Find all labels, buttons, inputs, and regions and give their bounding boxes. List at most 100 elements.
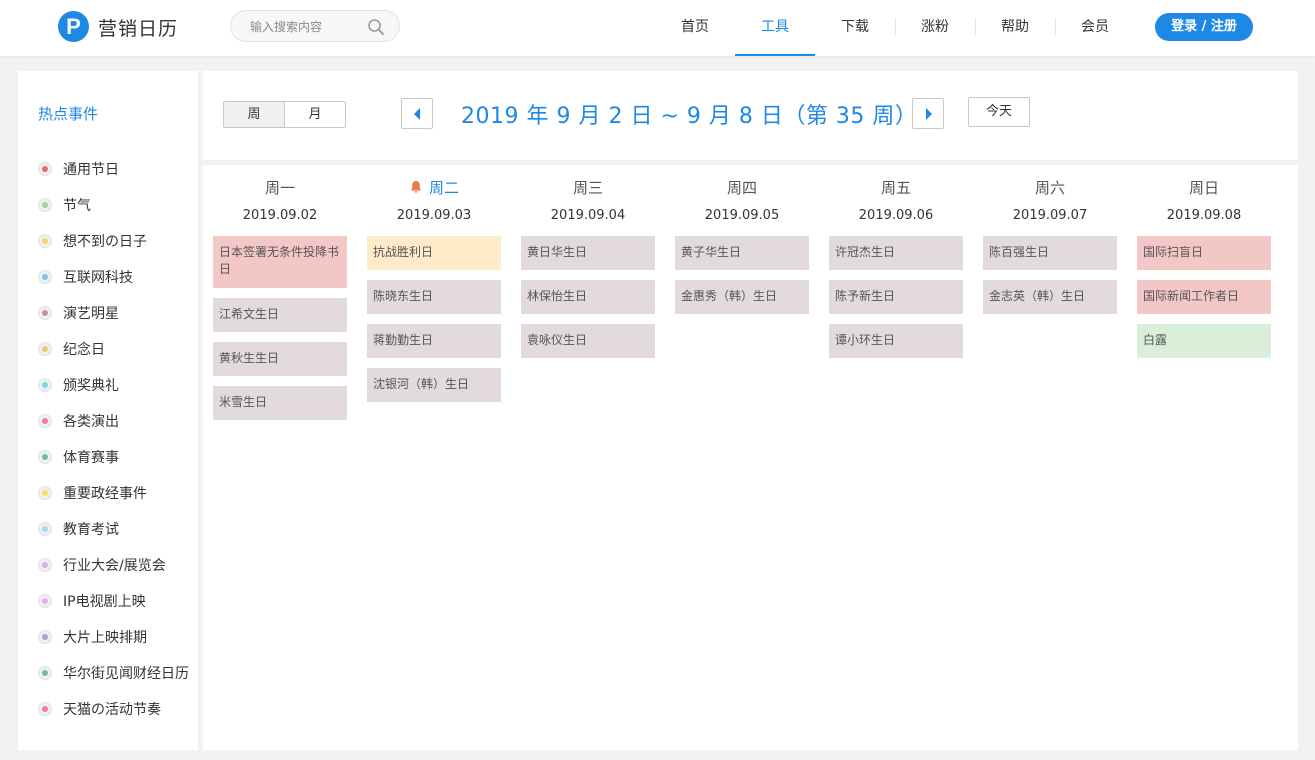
category-dot-icon: [38, 702, 52, 716]
category-dot-icon: [38, 306, 52, 320]
day-name: 周一: [213, 177, 347, 198]
event-item[interactable]: 国际扫盲日: [1137, 236, 1271, 270]
event-item[interactable]: 林保怡生日: [521, 280, 655, 314]
category-item[interactable]: 通用节日: [38, 151, 189, 187]
nav-membership[interactable]: 会员: [1055, 0, 1135, 56]
event-item[interactable]: 袁咏仪生日: [521, 324, 655, 358]
category-item[interactable]: IP电视剧上映: [38, 583, 189, 619]
event-item[interactable]: 许冠杰生日: [829, 236, 963, 270]
login-register-button[interactable]: 登录 / 注册: [1155, 13, 1253, 41]
main-nav: 首页 工具 下载 涨粉 帮助 会员: [655, 0, 1135, 56]
category-item[interactable]: 重要政经事件: [38, 475, 189, 511]
event-item[interactable]: 白露: [1137, 324, 1271, 358]
category-dot-icon: [38, 450, 52, 464]
next-week-button[interactable]: [912, 98, 944, 129]
day-name-text: 周三: [572, 179, 603, 197]
nav-help[interactable]: 帮助: [975, 0, 1055, 56]
nav-followers[interactable]: 涨粉: [895, 0, 975, 56]
day-name-text: 周四: [726, 179, 757, 197]
prev-week-button[interactable]: [401, 98, 433, 129]
category-item[interactable]: 大片上映排期: [38, 619, 189, 655]
category-label: 节气: [63, 198, 91, 214]
category-dot-icon: [38, 486, 52, 500]
event-item[interactable]: 蒋勤勤生日: [367, 324, 501, 358]
category-label: 华尔街见闻财经日历: [63, 666, 189, 682]
category-list: 通用节日节气想不到の日子 互联网科技演艺明星纪念日颁奖典礼各类演出体育赛事重要政经…: [38, 151, 189, 727]
today-button[interactable]: 今天: [968, 97, 1030, 127]
category-label: 大片上映排期: [63, 630, 147, 646]
day-name: 周五: [829, 177, 963, 198]
search-input[interactable]: [250, 17, 370, 37]
category-dot-icon: [38, 630, 52, 644]
event-item[interactable]: 江希文生日: [213, 298, 347, 332]
category-label: IP电视剧上映: [63, 594, 146, 610]
category-item[interactable]: 行业大会/展览会: [38, 547, 189, 583]
category-item[interactable]: 演艺明星: [38, 295, 189, 331]
event-list: 陈百强生日金志英（韩）生日: [983, 236, 1117, 324]
category-dot-icon: [38, 270, 52, 284]
nav-home[interactable]: 首页: [655, 0, 735, 56]
category-dot-icon: [38, 198, 52, 212]
event-item[interactable]: 金惠秀（韩）生日: [675, 280, 809, 314]
category-item[interactable]: 想不到の日子: [38, 223, 189, 259]
category-item[interactable]: 互联网科技: [38, 259, 189, 295]
category-label: 想不到の日子: [63, 234, 147, 250]
category-label: 演艺明星: [63, 306, 119, 322]
event-item[interactable]: 米雪生日: [213, 386, 347, 420]
sidebar: 热点事件 通用节日节气想不到の日子 互联网科技演艺明星纪念日颁奖典礼各类演出体育赛…: [18, 71, 198, 750]
event-item[interactable]: 黄日华生日: [521, 236, 655, 270]
day-date: 2019.09.05: [704, 208, 780, 223]
nav-tools[interactable]: 工具: [735, 0, 815, 56]
event-item[interactable]: 抗战胜利日: [367, 236, 501, 270]
day-date: 2019.09.08: [1166, 208, 1242, 223]
category-item[interactable]: 天猫の活动节奏: [38, 691, 189, 727]
logo-text[interactable]: 营销日历: [98, 14, 178, 41]
month-view-button[interactable]: 月: [285, 102, 345, 127]
day-date: 2019.09.02: [242, 208, 318, 223]
event-item[interactable]: 陈予新生日: [829, 280, 963, 314]
logo-icon[interactable]: P: [58, 11, 89, 42]
category-label: 体育赛事: [63, 450, 119, 466]
event-item[interactable]: 黄子华生日: [675, 236, 809, 270]
event-item[interactable]: 黄秋生生日: [213, 342, 347, 376]
category-dot-icon: [38, 342, 52, 356]
category-dot-icon: [38, 558, 52, 572]
event-list: 国际扫盲日国际新闻工作者日 白露: [1137, 236, 1271, 368]
category-label: 各类演出: [63, 414, 119, 430]
day-name: 周日: [1137, 177, 1271, 198]
event-item[interactable]: 沈银河（韩）生日: [367, 368, 501, 402]
category-label: 天猫の活动节奏: [63, 702, 161, 718]
category-item[interactable]: 各类演出: [38, 403, 189, 439]
category-item[interactable]: 体育赛事: [38, 439, 189, 475]
view-switch: 周 月: [223, 101, 346, 128]
event-item[interactable]: 谭小环生日: [829, 324, 963, 358]
category-item[interactable]: 颁奖典礼: [38, 367, 189, 403]
day-name-text: 周日: [1188, 179, 1219, 197]
event-item[interactable]: 国际新闻工作者日: [1137, 280, 1271, 314]
category-item[interactable]: 华尔街见闻财经日历: [38, 655, 189, 691]
category-item[interactable]: 教育考试: [38, 511, 189, 547]
calendar-toolbar: 周 月 2019 年 9 月 2 日 ~ 9 月 8 日（第 35 周） 今天: [203, 71, 1298, 160]
category-item[interactable]: 节气: [38, 187, 189, 223]
day-name: 周二: [367, 177, 501, 198]
event-item[interactable]: 金志英（韩）生日: [983, 280, 1117, 314]
category-label: 颁奖典礼: [63, 378, 119, 394]
category-item[interactable]: 纪念日: [38, 331, 189, 367]
search-icon[interactable]: [367, 18, 385, 36]
event-item[interactable]: 日本签署无条件投降书日: [213, 236, 347, 288]
sidebar-title: 热点事件: [38, 105, 99, 123]
category-label: 互联网科技: [63, 270, 133, 286]
nav-download[interactable]: 下载: [815, 0, 895, 56]
category-label: 纪念日: [63, 342, 105, 358]
category-label: 行业大会/展览会: [63, 558, 166, 574]
category-label: 重要政经事件: [63, 486, 147, 502]
category-dot-icon: [38, 594, 52, 608]
day-name-text: 周二: [428, 179, 459, 197]
week-view-button[interactable]: 周: [224, 102, 285, 127]
day-name-text: 周一: [264, 179, 295, 197]
day-name: 周三: [521, 177, 655, 198]
week-calendar: 周一 2019.09.02 日本签署无条件投降书日江希文生日黄秋生生日米雪生日 周二 2…: [203, 165, 1298, 750]
event-item[interactable]: 陈晓东生日: [367, 280, 501, 314]
top-header: P 营销日历 首页 工具 下载 涨粉 帮助 会员 登录 / 注册: [0, 0, 1315, 56]
event-item[interactable]: 陈百强生日: [983, 236, 1117, 270]
